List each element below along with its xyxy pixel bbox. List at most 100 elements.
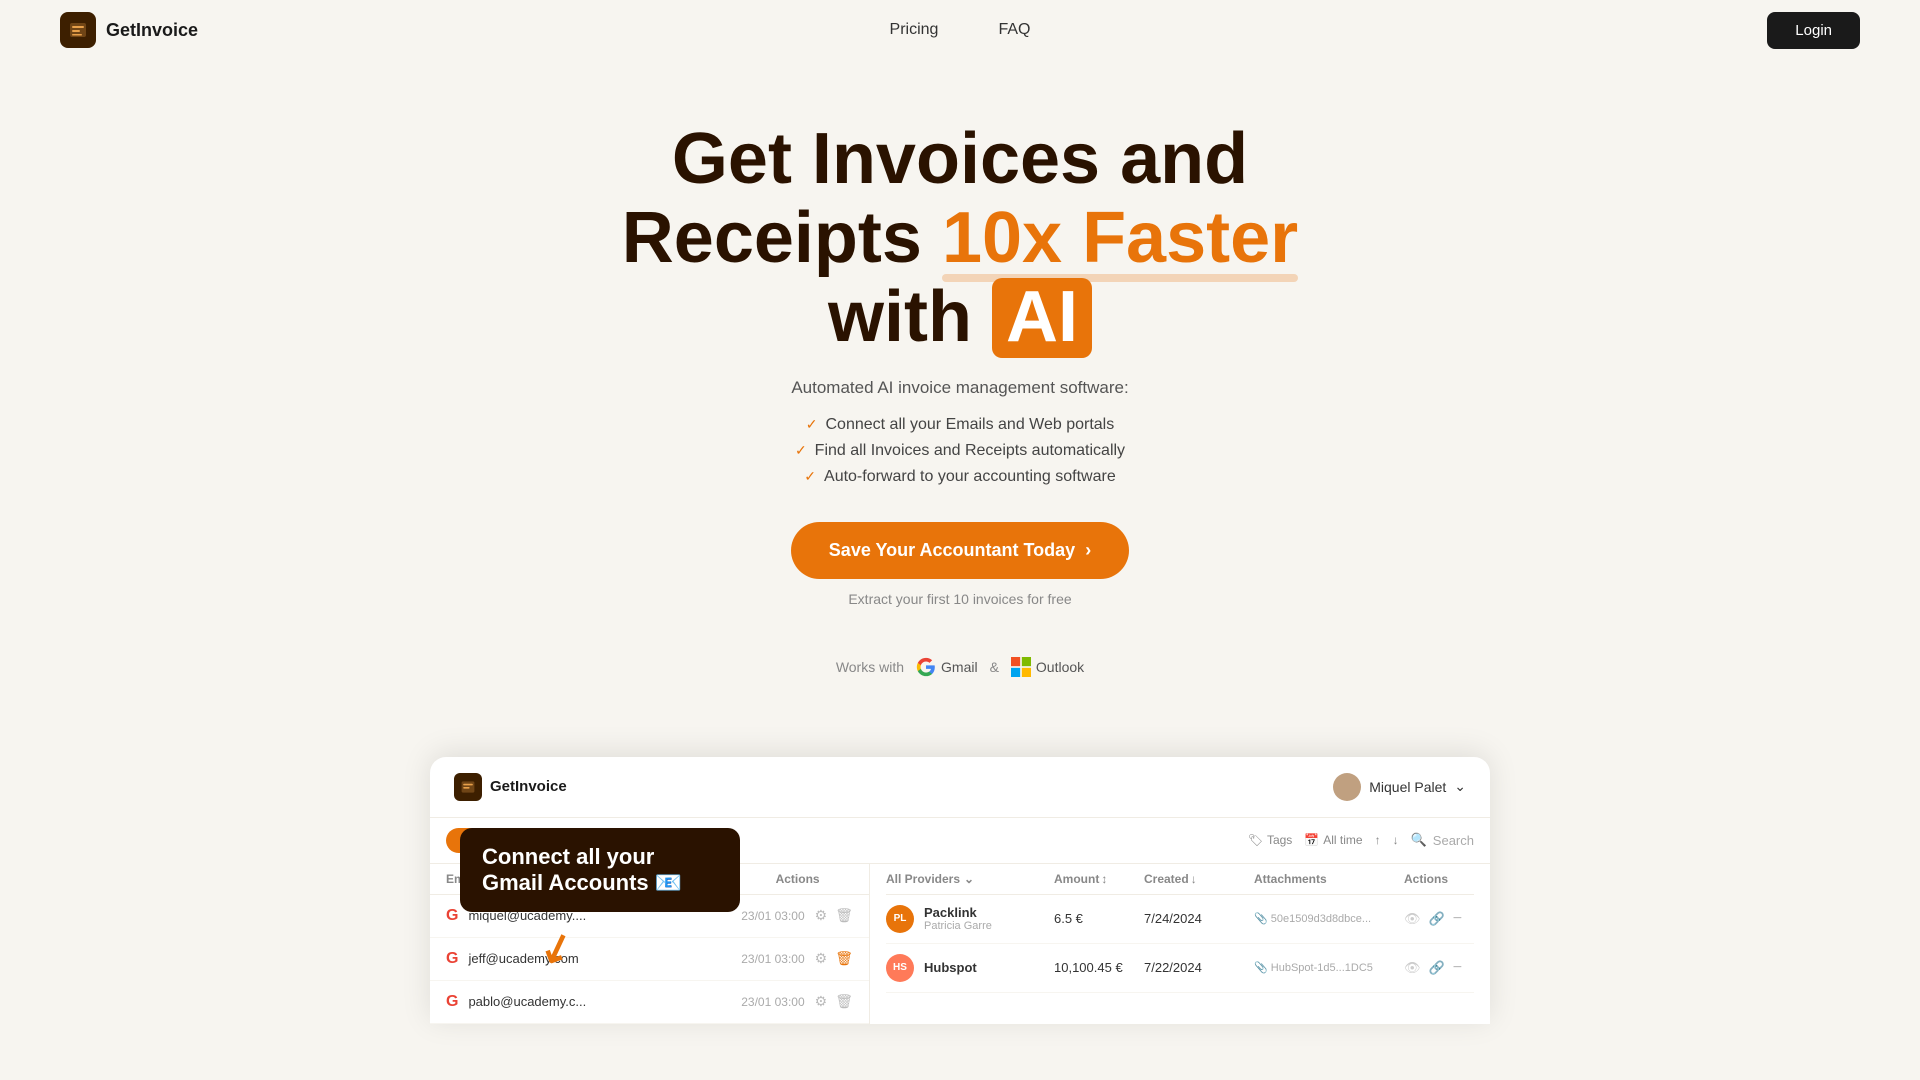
gmail-icon-1: G bbox=[446, 907, 458, 925]
delete-icon-3[interactable]: 🗑 bbox=[835, 993, 853, 1010]
export-icon[interactable]: ↑ bbox=[1375, 833, 1381, 847]
email-row-actions-1: ⚙ 🗑 bbox=[815, 907, 853, 924]
works-with: Works with Gmail & Outlook bbox=[20, 657, 1900, 677]
logo: GetInvoice bbox=[60, 12, 198, 48]
app-user: Miquel Palet ⌄ bbox=[1333, 773, 1466, 801]
invoice-row-2: HS Hubspot 10,100.45 € 7/22/2024 📎 HubSp… bbox=[886, 944, 1474, 993]
invoice-row-1: PL Packlink Patricia Garre 6.5 € 7/24/20… bbox=[886, 895, 1474, 944]
logo-icon bbox=[60, 12, 96, 48]
app-logo: GetInvoice bbox=[454, 773, 567, 801]
tags-filter[interactable]: 🏷 Tags bbox=[1248, 833, 1293, 847]
created-val-2: 7/22/2024 bbox=[1144, 960, 1244, 975]
delete-icon-2[interactable]: 🗑 bbox=[835, 950, 853, 967]
provider-header: All Providers ⌄ bbox=[886, 872, 1044, 886]
provider-sub-1: Patricia Garre bbox=[924, 920, 1044, 932]
scan-time-3: 23/01 03:00 bbox=[741, 995, 804, 1009]
provider-badge-2: HS bbox=[886, 954, 914, 982]
invoice-column: All Providers ⌄ Amount ↕ Created ↓ Attac… bbox=[870, 864, 1490, 1024]
settings-icon-1[interactable]: ⚙ bbox=[815, 907, 828, 924]
actions2-header: Actions bbox=[1404, 872, 1474, 886]
hero-highlight: 10x Faster bbox=[942, 199, 1298, 278]
view-icon-1[interactable]: 👁 bbox=[1404, 911, 1421, 927]
hero-features: ✓ Connect all your Emails and Web portal… bbox=[20, 416, 1900, 486]
login-button[interactable]: Login bbox=[1767, 12, 1860, 49]
ai-badge: AI bbox=[992, 278, 1092, 357]
row-actions2-1: 👁 🔗 − bbox=[1404, 910, 1474, 928]
feature-2: ✓ Find all Invoices and Receipts automat… bbox=[20, 442, 1900, 460]
provider-name-1: Packlink bbox=[924, 905, 1044, 920]
hero-title: Get Invoices and Receipts 10x Faster wit… bbox=[510, 120, 1410, 358]
email-addr-3: pablo@ucademy.c... bbox=[468, 994, 731, 1009]
nav-faq[interactable]: FAQ bbox=[998, 21, 1030, 39]
link-icon-2[interactable]: 🔗 bbox=[1429, 960, 1445, 976]
ampersand: & bbox=[990, 659, 999, 675]
amount-val-1: 6.5 € bbox=[1054, 911, 1134, 926]
search-box[interactable]: 🔍 Search bbox=[1411, 832, 1474, 848]
sort-icon: ↕ bbox=[1101, 872, 1107, 886]
app-preview-wrapper: GetInvoice Miquel Palet ⌄ Connect all yo… bbox=[410, 757, 1510, 1024]
hero-title-line3-prefix: with bbox=[828, 277, 992, 357]
actions-header: Actions bbox=[776, 872, 853, 886]
app-preview: GetInvoice Miquel Palet ⌄ Connect all yo… bbox=[430, 757, 1490, 1024]
provider-badge-1: PL bbox=[886, 905, 914, 933]
gmail-icon-3: G bbox=[446, 993, 458, 1011]
time-filter[interactable]: 📅 All time bbox=[1304, 833, 1362, 847]
attach-icon-1: 📎 bbox=[1254, 913, 1268, 925]
row-actions2-2: 👁 🔗 − bbox=[1404, 959, 1474, 977]
chevron-icon: ⌄ bbox=[964, 872, 974, 886]
outlook-badge: Outlook bbox=[1011, 657, 1084, 677]
provider-info-2: Hubspot bbox=[924, 960, 1044, 975]
table-right-controls: 🏷 Tags 📅 All time ↑ ↓ 🔍 Search bbox=[1248, 832, 1474, 848]
cta-subtext: Extract your first 10 invoices for free bbox=[20, 591, 1900, 607]
sort-created-icon: ↓ bbox=[1191, 872, 1197, 886]
remove-icon-2[interactable]: − bbox=[1453, 959, 1462, 977]
invoice-col-headers: All Providers ⌄ Amount ↕ Created ↓ Attac… bbox=[886, 864, 1474, 895]
scan-time-1: 23/01 03:00 bbox=[741, 909, 804, 923]
scan-time-2: 23/01 03:00 bbox=[741, 952, 804, 966]
created-header: Created ↓ bbox=[1144, 872, 1244, 886]
feature-3: ✓ Auto-forward to your accounting softwa… bbox=[20, 468, 1900, 486]
attachments-header: Attachments bbox=[1254, 872, 1394, 886]
nav-links: Pricing FAQ bbox=[890, 21, 1031, 39]
email-addr-2: jeff@ucademy.com bbox=[468, 951, 731, 966]
hero-title-line2-prefix: Receipts bbox=[622, 198, 942, 278]
settings-icon-2[interactable]: ⚙ bbox=[815, 950, 828, 967]
email-row-2: G jeff@ucademy.com 23/01 03:00 ⚙ 🗑 bbox=[430, 938, 869, 981]
tooltip-overlay: Connect all your Gmail Accounts 📧 ↙ bbox=[460, 828, 740, 913]
gmail-icon-2: G bbox=[446, 950, 458, 968]
hero-title-line1: Get Invoices and bbox=[672, 119, 1248, 199]
tag-icon: 🏷 bbox=[1248, 833, 1263, 847]
user-name: Miquel Palet bbox=[1369, 779, 1446, 795]
cta-arrow-icon: › bbox=[1085, 540, 1091, 561]
link-icon-1[interactable]: 🔗 bbox=[1429, 911, 1445, 927]
check-icon-3: ✓ bbox=[804, 468, 816, 485]
email-row-actions-3: ⚙ 🗑 bbox=[815, 993, 853, 1010]
app-logo-icon bbox=[454, 773, 482, 801]
attach-val-1: 📎 50e1509d3d8dbce... bbox=[1254, 912, 1394, 925]
app-logo-text: GetInvoice bbox=[490, 778, 567, 795]
remove-icon-1[interactable]: − bbox=[1453, 910, 1462, 928]
works-with-label: Works with bbox=[836, 659, 904, 675]
provider-info-1: Packlink Patricia Garre bbox=[924, 905, 1044, 932]
search-icon: 🔍 bbox=[1411, 832, 1427, 848]
feature-1: ✓ Connect all your Emails and Web portal… bbox=[20, 416, 1900, 434]
delete-icon-1[interactable]: 🗑 bbox=[835, 907, 853, 924]
nav-pricing[interactable]: Pricing bbox=[890, 21, 939, 39]
app-table-area: Connect all your Gmail Accounts 📧 ↙ Invo… bbox=[430, 818, 1490, 1024]
user-avatar bbox=[1333, 773, 1361, 801]
check-icon-2: ✓ bbox=[795, 442, 807, 459]
settings-icon-3[interactable]: ⚙ bbox=[815, 993, 828, 1010]
navbar: GetInvoice Pricing FAQ Login bbox=[0, 0, 1920, 60]
gmail-badge: Gmail bbox=[916, 657, 978, 677]
email-row-actions-2: ⚙ 🗑 bbox=[815, 950, 853, 967]
attach-val-2: 📎 HubSpot-1d5...1DC5 bbox=[1254, 961, 1394, 974]
email-row-3: G pablo@ucademy.c... 23/01 03:00 ⚙ 🗑 bbox=[430, 981, 869, 1024]
attach-icon-2: 📎 bbox=[1254, 962, 1268, 974]
cta-button[interactable]: Save Your Accountant Today › bbox=[791, 522, 1129, 579]
cta-label: Save Your Accountant Today bbox=[829, 540, 1075, 561]
app-header: GetInvoice Miquel Palet ⌄ bbox=[430, 757, 1490, 818]
calendar-icon: 📅 bbox=[1304, 833, 1319, 847]
amount-header: Amount ↕ bbox=[1054, 872, 1134, 886]
view-icon-2[interactable]: 👁 bbox=[1404, 960, 1421, 976]
import-icon[interactable]: ↓ bbox=[1393, 833, 1399, 847]
